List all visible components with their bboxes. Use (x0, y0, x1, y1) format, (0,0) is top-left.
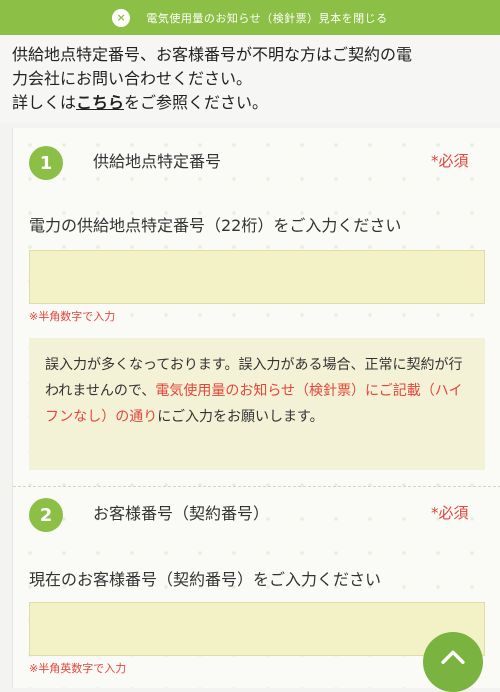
close-icon: × (112, 8, 131, 27)
supply-point-note: ※半角数字で入力 (29, 310, 116, 323)
intro-line-3-pre: 詳しくは (12, 93, 77, 112)
form-card: 1 供給地点特定番号 *必須 電力の供給地点特定番号（22桁）をご入力ください … (12, 128, 500, 688)
section-1-required: *必須 (431, 152, 469, 170)
section-1-title: 供給地点特定番号 (93, 152, 222, 171)
intro-line-3: 詳しくはこちらをご参照ください。 (12, 91, 500, 115)
scroll-to-top-button[interactable] (423, 632, 483, 692)
customer-number-label: 現在のお客様番号（契約番号）をご入力ください (29, 570, 382, 589)
chevron-up-icon (441, 650, 465, 664)
intro-text: 供給地点特定番号、お客様番号が不明な方はご契約の電 力会社にお問い合わせください… (0, 35, 500, 123)
section-2-title: お客様番号（契約番号） (93, 504, 270, 523)
banner-text: 電気使用量のお知らせ（検針票）見本を閉じる (146, 11, 388, 25)
section-2-header: 2 (29, 498, 63, 532)
warning-text-end: にご入力をお願いします。 (157, 409, 324, 425)
input-warning: 誤入力が多くなっております。誤入力がある場合、正常に契約が行われませんので、電気… (29, 338, 485, 470)
intro-line-1: 供給地点特定番号、お客様番号が不明な方はご契約の電 (12, 45, 413, 64)
close-sample-banner[interactable]: × 電気使用量のお知らせ（検針票）見本を閉じる (0, 0, 500, 35)
intro-line-2: 力会社にお問い合わせください。 (12, 69, 253, 88)
section-divider (13, 486, 500, 487)
customer-number-input[interactable] (29, 602, 485, 656)
customer-number-note: ※半角英数字で入力 (29, 662, 127, 675)
section-2-number: 2 (29, 498, 63, 532)
supply-point-number-input[interactable] (29, 250, 485, 304)
section-2-required: *必須 (431, 504, 469, 522)
here-link[interactable]: こちら (76, 93, 124, 112)
intro-line-3-post: をご参照ください。 (124, 93, 269, 112)
section-1-header: 1 (29, 146, 63, 180)
section-1-number: 1 (29, 146, 63, 180)
supply-point-label: 電力の供給地点特定番号（22桁）をご入力ください (29, 216, 402, 235)
